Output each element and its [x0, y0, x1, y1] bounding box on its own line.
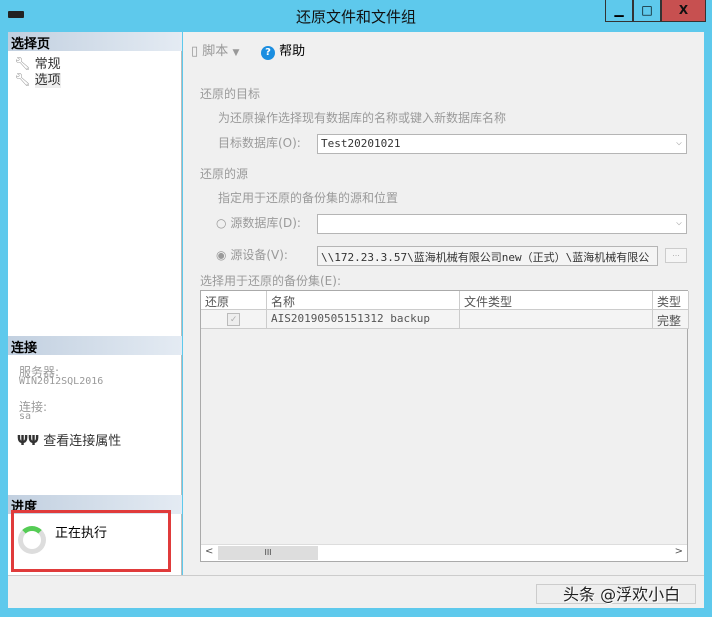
source-database-select[interactable]: ⌵	[317, 214, 687, 234]
radio-label: 源数据库(D):	[230, 216, 301, 230]
checkbox-checked-icon: ✓	[227, 313, 240, 326]
source-hint: 指定用于还原的备份集的源和位置	[218, 191, 399, 205]
target-database-value: Test20201021	[321, 137, 401, 150]
script-label: 脚本	[202, 44, 229, 59]
restore-checkbox[interactable]: ✓	[201, 310, 267, 329]
source-header: 还原的源	[200, 167, 249, 181]
help-label: 帮助	[279, 44, 306, 59]
plug-icon: ΨΨ	[17, 434, 40, 449]
radio-label: 源设备(V):	[230, 248, 288, 262]
browse-button[interactable]: ...	[665, 248, 687, 263]
help-button[interactable]: ? 帮助	[261, 40, 305, 60]
backup-sets-label: 选择用于还原的备份集(E):	[200, 274, 341, 288]
link-label: 查看连接属性	[43, 434, 122, 449]
page-options[interactable]: 🔧︎ 选项	[14, 69, 61, 88]
button-bar: 头条 @浮欢小白	[8, 575, 704, 608]
help-icon: ?	[261, 46, 275, 60]
backup-name-cell: AIS20190505151312 backup	[267, 310, 460, 329]
scroll-left-icon[interactable]: <	[205, 546, 213, 557]
dropdown-arrow-icon[interactable]: ▼	[232, 48, 239, 58]
target-database-select[interactable]: Test20201021 ⌵	[317, 134, 687, 154]
chevron-down-icon: ⌵	[675, 217, 682, 228]
connection-value: sa	[19, 411, 32, 422]
title-bar: 还原文件和文件组 ▁ □ X	[0, 0, 712, 32]
chevron-down-icon: ⌵	[675, 137, 682, 148]
sidebar: 选择页 🔧︎ 常规 🔧︎ 选项 连接 服务器: WIN2012SQL2016 连…	[8, 32, 182, 575]
column-header-restore[interactable]: 还原	[201, 291, 267, 310]
select-page-header: 选择页	[8, 32, 182, 52]
page-label: 选项	[34, 73, 61, 88]
view-connection-properties-link[interactable]: ΨΨ 查看连接属性	[17, 430, 121, 449]
script-icon: ▯	[191, 44, 199, 59]
wrench-icon: 🔧︎	[14, 73, 31, 88]
scroll-right-icon[interactable]: >	[675, 546, 683, 557]
radio-checked-icon: ◉	[216, 248, 227, 262]
script-button[interactable]: ▯ 脚本 ▼	[191, 40, 239, 59]
column-header-type[interactable]: 类型	[653, 291, 689, 310]
radio-unchecked-icon: ○	[216, 216, 227, 230]
backup-sets-grid[interactable]: 还原 名称 文件类型 类型 ✓ AIS20190505151312 backup…	[200, 290, 689, 562]
target-database-label: 目标数据库(O):	[218, 136, 301, 150]
source-device-radio[interactable]: ◉ 源设备(V):	[216, 246, 288, 263]
close-button[interactable]: X	[661, 0, 706, 22]
column-header-file-type[interactable]: 文件类型	[460, 291, 653, 310]
server-value: WIN2012SQL2016	[19, 376, 104, 387]
watermark: 头条 @浮欢小白	[563, 585, 681, 604]
destination-header: 还原的目标	[200, 87, 261, 101]
connection-header: 连接	[8, 336, 182, 356]
source-database-radio[interactable]: ○ 源数据库(D):	[216, 214, 301, 231]
destination-hint: 为还原操作选择现有数据库的名称或键入新数据库名称	[218, 111, 507, 125]
source-device-field[interactable]: \\172.23.3.57\蓝海机械有限公司new（正式）\蓝海机械有限公	[317, 246, 658, 266]
column-header-name[interactable]: 名称	[267, 291, 460, 310]
highlight-box	[11, 510, 171, 572]
main-panel: ▯ 脚本 ▼ ? 帮助 还原的目标 为还原操作选择现有数据库的名称或键入新数据库…	[183, 32, 704, 575]
file-type-cell	[460, 310, 653, 329]
horizontal-scrollbar[interactable]: < III >	[201, 544, 687, 561]
type-cell: 完整	[653, 310, 689, 329]
scrollbar-thumb[interactable]: III	[218, 546, 318, 560]
maximize-button[interactable]: □	[633, 0, 661, 22]
minimize-button[interactable]: ▁	[605, 0, 633, 22]
